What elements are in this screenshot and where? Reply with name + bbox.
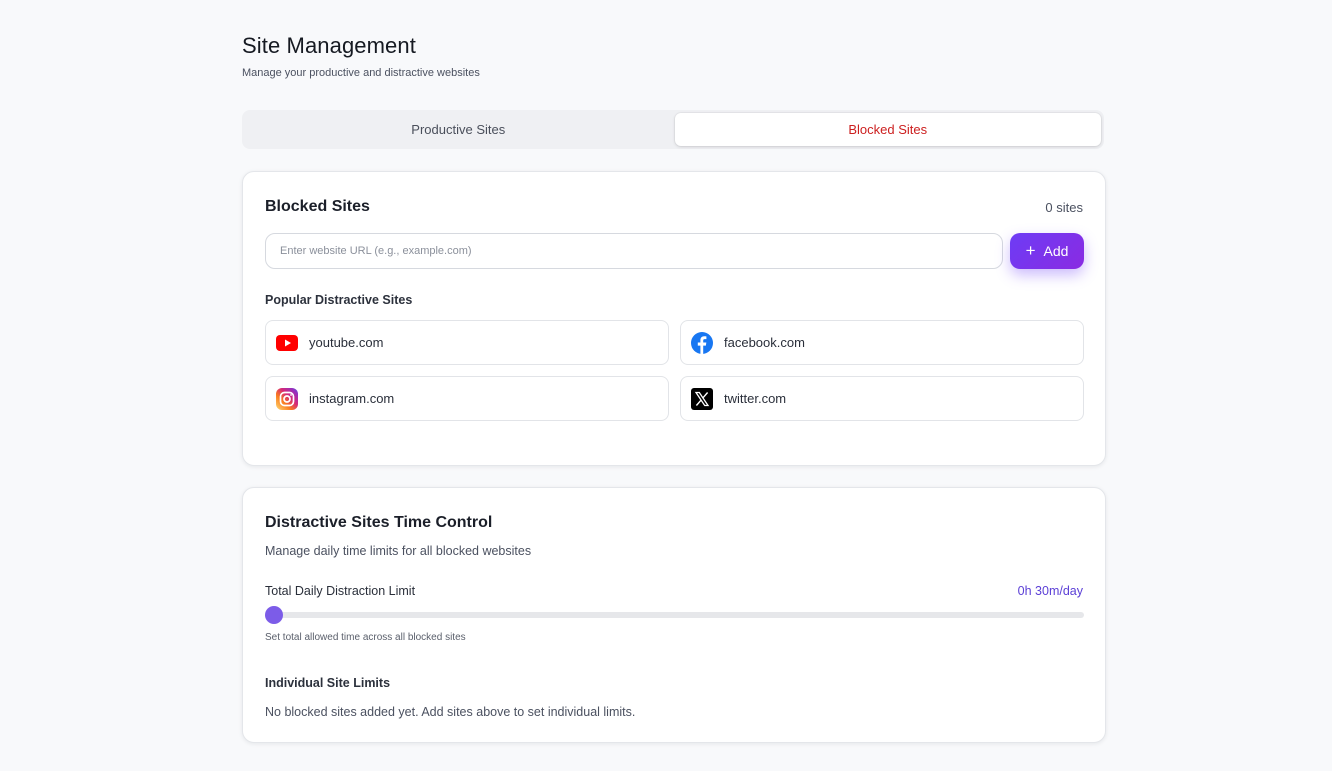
blocked-sites-card: Blocked Sites 0 sites + Add Popular Dist… bbox=[242, 171, 1106, 466]
site-name: facebook.com bbox=[724, 335, 805, 350]
daily-limit-slider[interactable] bbox=[265, 606, 1084, 624]
site-tabs: Productive Sites Blocked Sites bbox=[242, 110, 1104, 149]
time-control-title: Distractive Sites Time Control bbox=[265, 514, 493, 531]
add-button-label: Add bbox=[1043, 243, 1069, 259]
site-name: twitter.com bbox=[724, 391, 787, 406]
daily-limit-label: Total Daily Distraction Limit bbox=[265, 584, 416, 598]
page-title: Site Management bbox=[242, 33, 416, 58]
tab-blocked-sites[interactable]: Blocked Sites bbox=[674, 113, 1101, 146]
page-subtitle: Manage your productive and distractive w… bbox=[242, 67, 480, 79]
site-name: instagram.com bbox=[309, 391, 395, 406]
add-site-button[interactable]: + Add bbox=[1010, 233, 1084, 269]
popular-site-facebook[interactable]: facebook.com bbox=[680, 320, 1084, 365]
time-control-card: Distractive Sites Time Control Manage da… bbox=[242, 487, 1106, 743]
x-twitter-icon bbox=[691, 387, 713, 410]
tab-productive-sites[interactable]: Productive Sites bbox=[245, 113, 672, 146]
popular-site-youtube[interactable]: youtube.com bbox=[265, 320, 669, 365]
slider-hint: Set total allowed time across all blocke… bbox=[265, 632, 466, 643]
facebook-icon bbox=[691, 331, 713, 354]
time-control-description: Manage daily time limits for all blocked… bbox=[265, 544, 532, 558]
individual-limits-label: Individual Site Limits bbox=[265, 676, 391, 690]
instagram-icon bbox=[276, 387, 298, 410]
site-name: youtube.com bbox=[309, 335, 384, 350]
daily-limit-value: 0h 30m/day bbox=[1017, 584, 1083, 598]
popular-site-twitter[interactable]: twitter.com bbox=[680, 376, 1084, 421]
popular-site-instagram[interactable]: instagram.com bbox=[265, 376, 669, 421]
popular-sites-label: Popular Distractive Sites bbox=[265, 293, 413, 307]
youtube-icon bbox=[276, 332, 298, 354]
plus-icon: + bbox=[1025, 240, 1036, 260]
blocked-sites-title: Blocked Sites bbox=[265, 198, 370, 215]
site-count: 0 sites bbox=[1045, 200, 1083, 215]
empty-state-message: No blocked sites added yet. Add sites ab… bbox=[265, 705, 636, 719]
website-url-input[interactable] bbox=[265, 233, 1003, 269]
slider-thumb[interactable] bbox=[265, 606, 283, 624]
